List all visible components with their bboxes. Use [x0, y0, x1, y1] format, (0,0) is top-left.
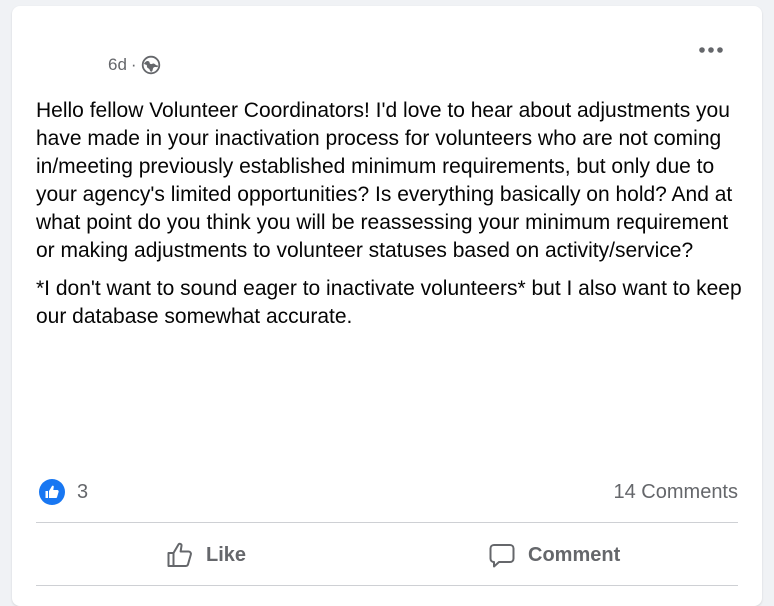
more-options-button[interactable]: [696, 38, 726, 62]
comment-button[interactable]: Comment: [488, 534, 620, 576]
post-body: Hello fellow Volunteer Coordinators! I'd…: [36, 97, 746, 341]
meta-separator: ·: [130, 55, 137, 74]
comments-count-link[interactable]: 14 Comments: [614, 481, 739, 504]
thumbs-up-icon: [167, 542, 192, 567]
post-paragraph: *I don't want to sound eager to inactiva…: [36, 277, 742, 328]
comment-bubble-icon: [489, 544, 515, 568]
divider: [36, 522, 738, 523]
post-card: 6d · Hello fellow Volunteer Coordinators…: [12, 6, 762, 606]
comment-button-label: Comment: [528, 543, 621, 566]
reaction-count: 3: [77, 480, 89, 503]
divider: [36, 585, 738, 586]
ellipsis-icon: [699, 47, 723, 53]
globe-icon[interactable]: [141, 55, 161, 75]
like-reaction-icon: [39, 479, 65, 505]
post-timestamp[interactable]: 6d: [108, 55, 127, 75]
reactions-summary[interactable]: 3: [39, 479, 88, 505]
post-meta: 6d ·: [108, 55, 161, 75]
post-paragraph: Hello fellow Volunteer Coordinators! I'd…: [36, 99, 733, 262]
like-button-label: Like: [206, 543, 247, 566]
like-button[interactable]: Like: [166, 534, 246, 576]
